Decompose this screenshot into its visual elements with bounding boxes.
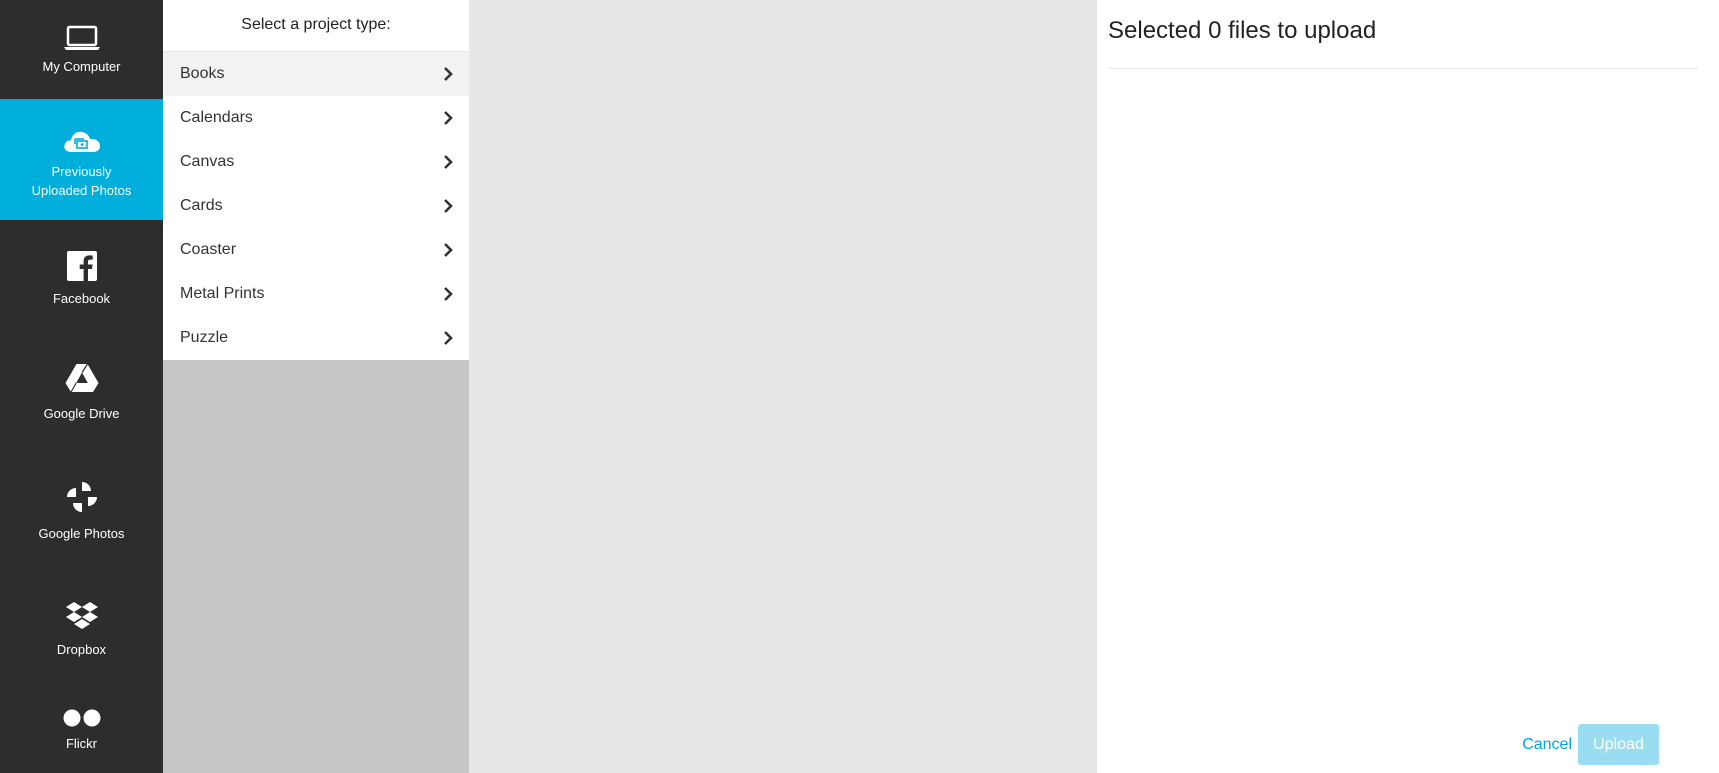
- source-facebook[interactable]: Facebook: [0, 220, 163, 330]
- chevron-right-icon: [444, 199, 453, 213]
- upload-summary-panel: Selected 0 files to upload Cancel Upload: [1097, 0, 1719, 773]
- facebook-icon: [66, 251, 97, 281]
- chevron-right-icon: [444, 67, 453, 81]
- source-google-drive[interactable]: Google Drive: [0, 330, 163, 450]
- project-item-label: Coaster: [180, 241, 237, 258]
- chevron-right-icon: [444, 287, 453, 301]
- upload-button[interactable]: Upload: [1578, 724, 1659, 765]
- photo-browser-area: [469, 0, 1097, 773]
- google-photos-icon: [66, 482, 97, 512]
- project-item-metal-prints[interactable]: Metal Prints: [163, 272, 469, 316]
- project-item-label: Metal Prints: [180, 285, 265, 302]
- upload-dialog: My Computer Previously Uploaded Photos F…: [0, 0, 1719, 773]
- dropbox-icon: [65, 602, 98, 629]
- source-label-line1: Previously: [51, 164, 112, 179]
- project-type-panel: Select a project type: Books Calendars C…: [163, 0, 469, 773]
- source-my-computer[interactable]: My Computer: [0, 0, 163, 99]
- source-label: My Computer: [42, 59, 121, 74]
- source-google-photos[interactable]: Google Photos: [0, 450, 163, 580]
- project-item-puzzle[interactable]: Puzzle: [163, 316, 469, 360]
- project-item-canvas[interactable]: Canvas: [163, 140, 469, 184]
- chevron-right-icon: [444, 111, 453, 125]
- chevron-right-icon: [444, 331, 453, 345]
- chevron-right-icon: [444, 243, 453, 257]
- project-type-header: Select a project type:: [163, 0, 469, 52]
- project-item-label: Canvas: [180, 153, 235, 170]
- selected-files-title: Selected 0 files to upload: [1108, 17, 1377, 44]
- source-label: Google Photos: [38, 526, 125, 541]
- project-item-label: Puzzle: [180, 329, 229, 346]
- project-item-coaster[interactable]: Coaster: [163, 228, 469, 272]
- source-label-line2: Uploaded Photos: [31, 183, 132, 198]
- source-dropbox[interactable]: Dropbox: [0, 580, 163, 690]
- source-label: Google Drive: [43, 406, 120, 421]
- project-item-label: Cards: [180, 197, 223, 214]
- flickr-icon: [63, 709, 100, 727]
- source-flickr[interactable]: Flickr: [0, 690, 163, 773]
- google-drive-icon: [65, 363, 98, 393]
- project-item-calendars[interactable]: Calendars: [163, 96, 469, 140]
- source-sidebar: My Computer Previously Uploaded Photos F…: [0, 0, 163, 773]
- source-label: Flickr: [65, 736, 98, 751]
- project-item-label: Books: [180, 65, 225, 82]
- source-previously-uploaded[interactable]: Previously Uploaded Photos: [0, 99, 163, 220]
- divider: [1108, 68, 1698, 69]
- cloud-photos-icon: [63, 131, 100, 152]
- chevron-right-icon: [444, 155, 453, 169]
- project-item-label: Calendars: [180, 109, 253, 126]
- project-item-books[interactable]: Books: [163, 52, 469, 96]
- upload-actions: Cancel Upload: [1522, 724, 1659, 765]
- project-type-list: Books Calendars Canvas Cards Coaster Met…: [163, 52, 469, 360]
- project-item-cards[interactable]: Cards: [163, 184, 469, 228]
- source-label: Dropbox: [56, 642, 107, 657]
- laptop-icon: [63, 25, 100, 50]
- source-label: Facebook: [52, 291, 111, 306]
- cancel-link[interactable]: Cancel: [1522, 736, 1572, 754]
